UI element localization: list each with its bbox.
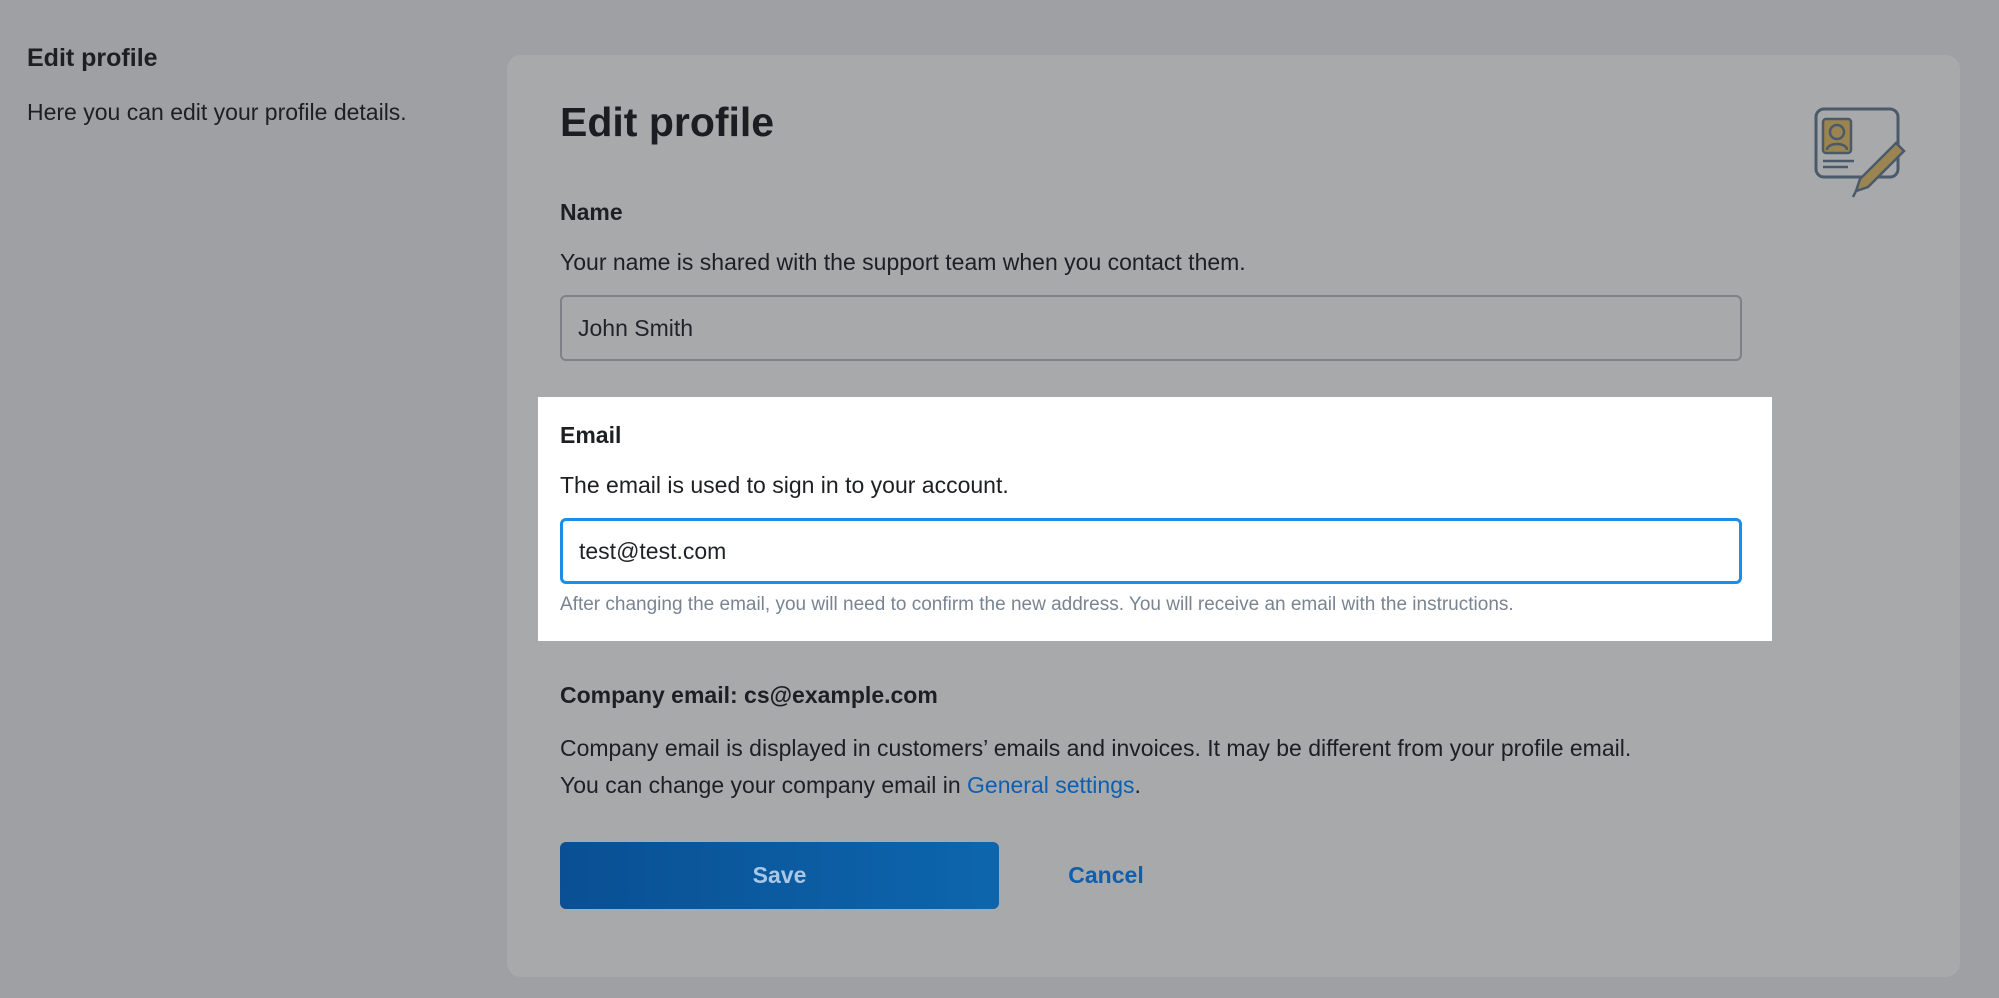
intro-section: Edit profile Here you can edit your prof… [27,44,467,126]
general-settings-link[interactable]: General settings [967,772,1134,798]
intro-title: Edit profile [27,44,158,72]
intro-description: Here you can edit your profile details. [27,99,407,125]
page-title: Edit profile [560,99,775,145]
cancel-button[interactable]: Cancel [1036,842,1176,909]
edit-profile-card: Edit profile Name Your name is shared wi… [507,55,1960,977]
email-change-note: After changing the email, you will need … [560,594,1514,615]
save-button[interactable]: Save [560,842,999,909]
profile-card-edit-icon [1814,107,1906,198]
company-email-label: Company email: cs@example.com [560,682,938,708]
email-input[interactable] [560,518,1742,584]
name-input[interactable] [560,295,1742,361]
name-label: Name [560,199,623,225]
company-email-desc-suffix: . [1134,772,1141,798]
email-help-text: The email is used to sign in to your acc… [560,472,1009,498]
company-email-desc-line1: Company email is displayed in customers’… [560,735,1632,761]
company-email-desc-prefix: You can change your company email in [560,772,968,798]
company-email-desc-line2: You can change your company email in Gen… [560,767,1810,804]
email-label: Email [560,422,622,448]
company-email-description: Company email is displayed in customers’… [560,730,1810,804]
name-help-text: Your name is shared with the support tea… [560,249,1246,275]
